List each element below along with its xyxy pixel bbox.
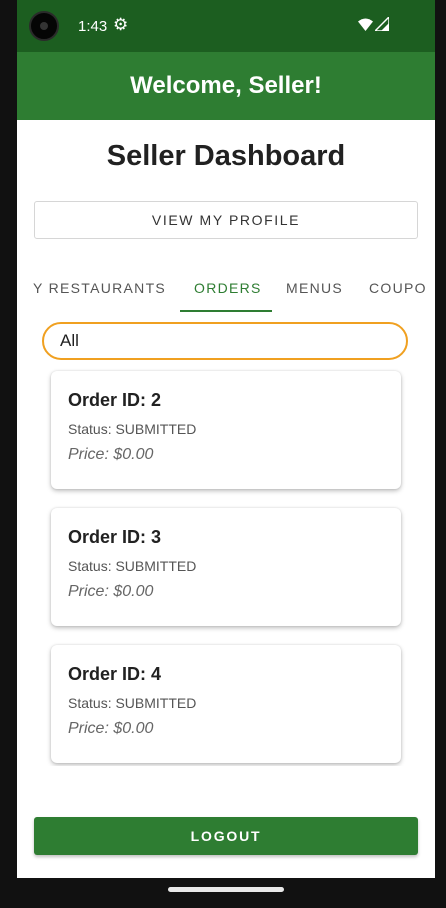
tab-restaurants[interactable]: Y RESTAURANTS xyxy=(33,268,166,312)
tab-bar: Y RESTAURANTS ORDERS MENUS COUPO xyxy=(17,268,435,314)
order-price: Price: $0.00 xyxy=(68,720,154,737)
tab-menus[interactable]: MENUS xyxy=(286,268,343,312)
order-status: Status: SUBMITTED xyxy=(68,558,197,574)
order-card[interactable]: Order ID: 2 Status: SUBMITTED Price: $0.… xyxy=(51,371,401,489)
order-status: Status: SUBMITTED xyxy=(68,695,197,711)
order-card[interactable]: Order ID: 3 Status: SUBMITTED Price: $0.… xyxy=(51,508,401,626)
order-price: Price: $0.00 xyxy=(68,446,154,463)
gear-icon: ⚙ xyxy=(113,15,129,34)
active-tab-indicator xyxy=(180,310,272,312)
order-id: Order ID: 2 xyxy=(68,390,162,410)
order-card[interactable]: Order ID: 4 Status: SUBMITTED Price: $0.… xyxy=(51,645,401,763)
tab-coupons[interactable]: COUPO xyxy=(369,268,427,312)
order-id: Order ID: 3 xyxy=(68,527,162,547)
order-price: Price: $0.00 xyxy=(68,583,154,600)
signal-icon xyxy=(375,17,389,31)
page-title: Seller Dashboard xyxy=(106,140,346,172)
camera-cutout xyxy=(29,11,59,41)
orders-list[interactable]: Order ID: 2 Status: SUBMITTED Price: $0.… xyxy=(17,362,435,766)
order-status: Status: SUBMITTED xyxy=(68,421,197,437)
app-screen: 1:43 ⚙ Welcome, Seller! Seller Dashboard… xyxy=(17,0,435,878)
app-bar: Welcome, Seller! xyxy=(17,52,435,120)
status-time: 1:43 xyxy=(78,18,108,35)
status-bar: 1:43 ⚙ xyxy=(17,0,435,52)
phone-frame: 1:43 ⚙ Welcome, Seller! Seller Dashboard… xyxy=(0,0,446,908)
view-profile-button[interactable]: VIEW MY PROFILE xyxy=(34,201,418,239)
app-bar-title: Welcome, Seller! xyxy=(130,72,322,99)
logout-button[interactable]: LOGOUT xyxy=(34,817,418,855)
filter-value: All xyxy=(60,331,79,350)
gesture-nav-handle[interactable] xyxy=(168,887,284,892)
wifi-icon xyxy=(358,18,373,31)
status-filter-dropdown[interactable]: All xyxy=(42,322,408,360)
tab-orders[interactable]: ORDERS xyxy=(194,268,262,312)
order-id: Order ID: 4 xyxy=(68,664,162,684)
